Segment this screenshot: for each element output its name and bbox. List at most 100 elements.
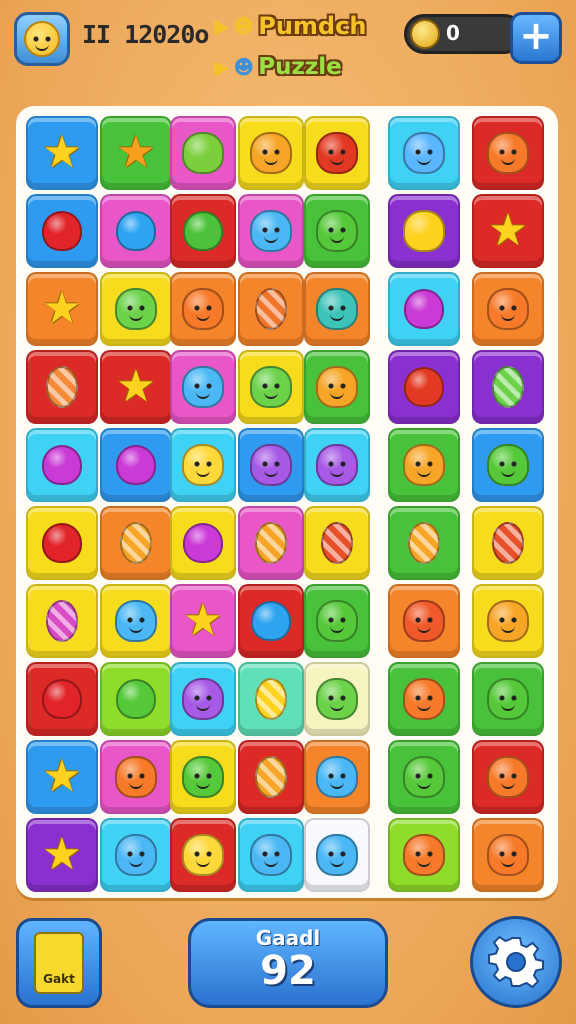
- settings-button[interactable]: [470, 916, 562, 1008]
- board-tile[interactable]: [472, 272, 544, 346]
- board-tile[interactable]: [170, 272, 236, 346]
- star-candy-icon: ★: [42, 283, 82, 334]
- board-tile[interactable]: [100, 584, 172, 658]
- board-tile[interactable]: ★: [100, 350, 172, 424]
- game-title-line1: ▶ ☻ Pumdch: [214, 12, 366, 40]
- board-tile[interactable]: [100, 818, 172, 892]
- board-tile[interactable]: [388, 350, 460, 424]
- board-tile[interactable]: [304, 662, 370, 736]
- face-candy-icon: [114, 833, 158, 877]
- fruit-candy-icon: [402, 287, 446, 331]
- face-candy-icon: [315, 833, 359, 877]
- board-tile[interactable]: [170, 428, 236, 502]
- board-tile[interactable]: [26, 584, 98, 658]
- board-tile[interactable]: [388, 194, 460, 268]
- character-icon: ☻: [233, 14, 255, 38]
- face-candy-icon: [249, 209, 293, 253]
- board-tile[interactable]: [100, 506, 172, 580]
- board-tile[interactable]: [100, 272, 172, 346]
- board-tile[interactable]: [388, 116, 460, 190]
- board-tile[interactable]: ★: [26, 272, 98, 346]
- board-tile[interactable]: [472, 584, 544, 658]
- board-tile[interactable]: ★: [26, 116, 98, 190]
- board-tile[interactable]: [238, 272, 304, 346]
- board-tile[interactable]: [26, 194, 98, 268]
- board-tile[interactable]: [238, 740, 304, 814]
- board-tile[interactable]: [100, 662, 172, 736]
- board-tile[interactable]: [472, 116, 544, 190]
- board-tile[interactable]: [304, 818, 370, 892]
- fruit-candy-icon: [181, 521, 225, 565]
- board-tile[interactable]: [472, 818, 544, 892]
- board-tile[interactable]: ★: [170, 584, 236, 658]
- board-tile[interactable]: [170, 506, 236, 580]
- board-tile[interactable]: [388, 506, 460, 580]
- board-tile[interactable]: [26, 350, 98, 424]
- board-tile[interactable]: [170, 740, 236, 814]
- board-tile[interactable]: [170, 194, 236, 268]
- board-tile[interactable]: [388, 584, 460, 658]
- board-tile[interactable]: [388, 662, 460, 736]
- board-tile[interactable]: [238, 662, 304, 736]
- board-tile[interactable]: ★: [26, 818, 98, 892]
- board-tile[interactable]: [170, 116, 236, 190]
- board-tile[interactable]: ★: [26, 740, 98, 814]
- board-tile[interactable]: [304, 740, 370, 814]
- face-candy-icon: [315, 287, 359, 331]
- board-tile[interactable]: [388, 818, 460, 892]
- board-tile[interactable]: [238, 584, 304, 658]
- board-tile[interactable]: [304, 506, 370, 580]
- face-candy-icon: [181, 833, 225, 877]
- board-tile[interactable]: [304, 350, 370, 424]
- board-tile[interactable]: [304, 116, 370, 190]
- board-tile[interactable]: ★: [100, 116, 172, 190]
- bag-label: Gakt: [43, 972, 75, 986]
- avatar-button[interactable]: [14, 12, 70, 66]
- board-tile[interactable]: [26, 662, 98, 736]
- board-tile[interactable]: [26, 506, 98, 580]
- board-tile[interactable]: [26, 428, 98, 502]
- board-tile[interactable]: [170, 818, 236, 892]
- board-tile[interactable]: [238, 116, 304, 190]
- board-tile[interactable]: [388, 272, 460, 346]
- board-tile[interactable]: [388, 428, 460, 502]
- fruit-candy-icon: [114, 443, 158, 487]
- goal-value: 92: [260, 948, 316, 994]
- board-tile[interactable]: ★: [472, 194, 544, 268]
- board-tile[interactable]: [238, 428, 304, 502]
- board-tile[interactable]: [304, 272, 370, 346]
- board-tile[interactable]: [472, 662, 544, 736]
- smiley-icon: [24, 21, 60, 57]
- fruit-candy-icon: [40, 521, 84, 565]
- fruit-candy-icon: [249, 599, 293, 643]
- jelly-candy-icon: [181, 131, 225, 175]
- add-coins-button[interactable]: +: [510, 12, 562, 64]
- board-tile[interactable]: [100, 428, 172, 502]
- board-tile[interactable]: [388, 740, 460, 814]
- board-tile[interactable]: [238, 194, 304, 268]
- face-candy-icon: [249, 833, 293, 877]
- board-tile[interactable]: [304, 194, 370, 268]
- striped-candy-icon: [249, 287, 293, 331]
- board-tile[interactable]: [472, 506, 544, 580]
- board-tile[interactable]: [238, 818, 304, 892]
- board-tile[interactable]: [238, 350, 304, 424]
- board-tile[interactable]: [472, 428, 544, 502]
- board-tile[interactable]: [304, 584, 370, 658]
- board-tile[interactable]: [170, 350, 236, 424]
- striped-candy-icon: [486, 521, 530, 565]
- board-tile[interactable]: [472, 740, 544, 814]
- board-tile[interactable]: [304, 428, 370, 502]
- board-tile[interactable]: [472, 350, 544, 424]
- fruit-candy-icon: [114, 209, 158, 253]
- board-tile[interactable]: [100, 194, 172, 268]
- striped-candy-icon: [486, 365, 530, 409]
- star-candy-icon: ★: [488, 205, 528, 256]
- face-candy-icon: [181, 755, 225, 799]
- gear-icon: [488, 935, 544, 989]
- board-tile[interactable]: [100, 740, 172, 814]
- board-tile[interactable]: [170, 662, 236, 736]
- face-candy-icon: [315, 443, 359, 487]
- face-candy-icon: [402, 443, 446, 487]
- board-tile[interactable]: [238, 506, 304, 580]
